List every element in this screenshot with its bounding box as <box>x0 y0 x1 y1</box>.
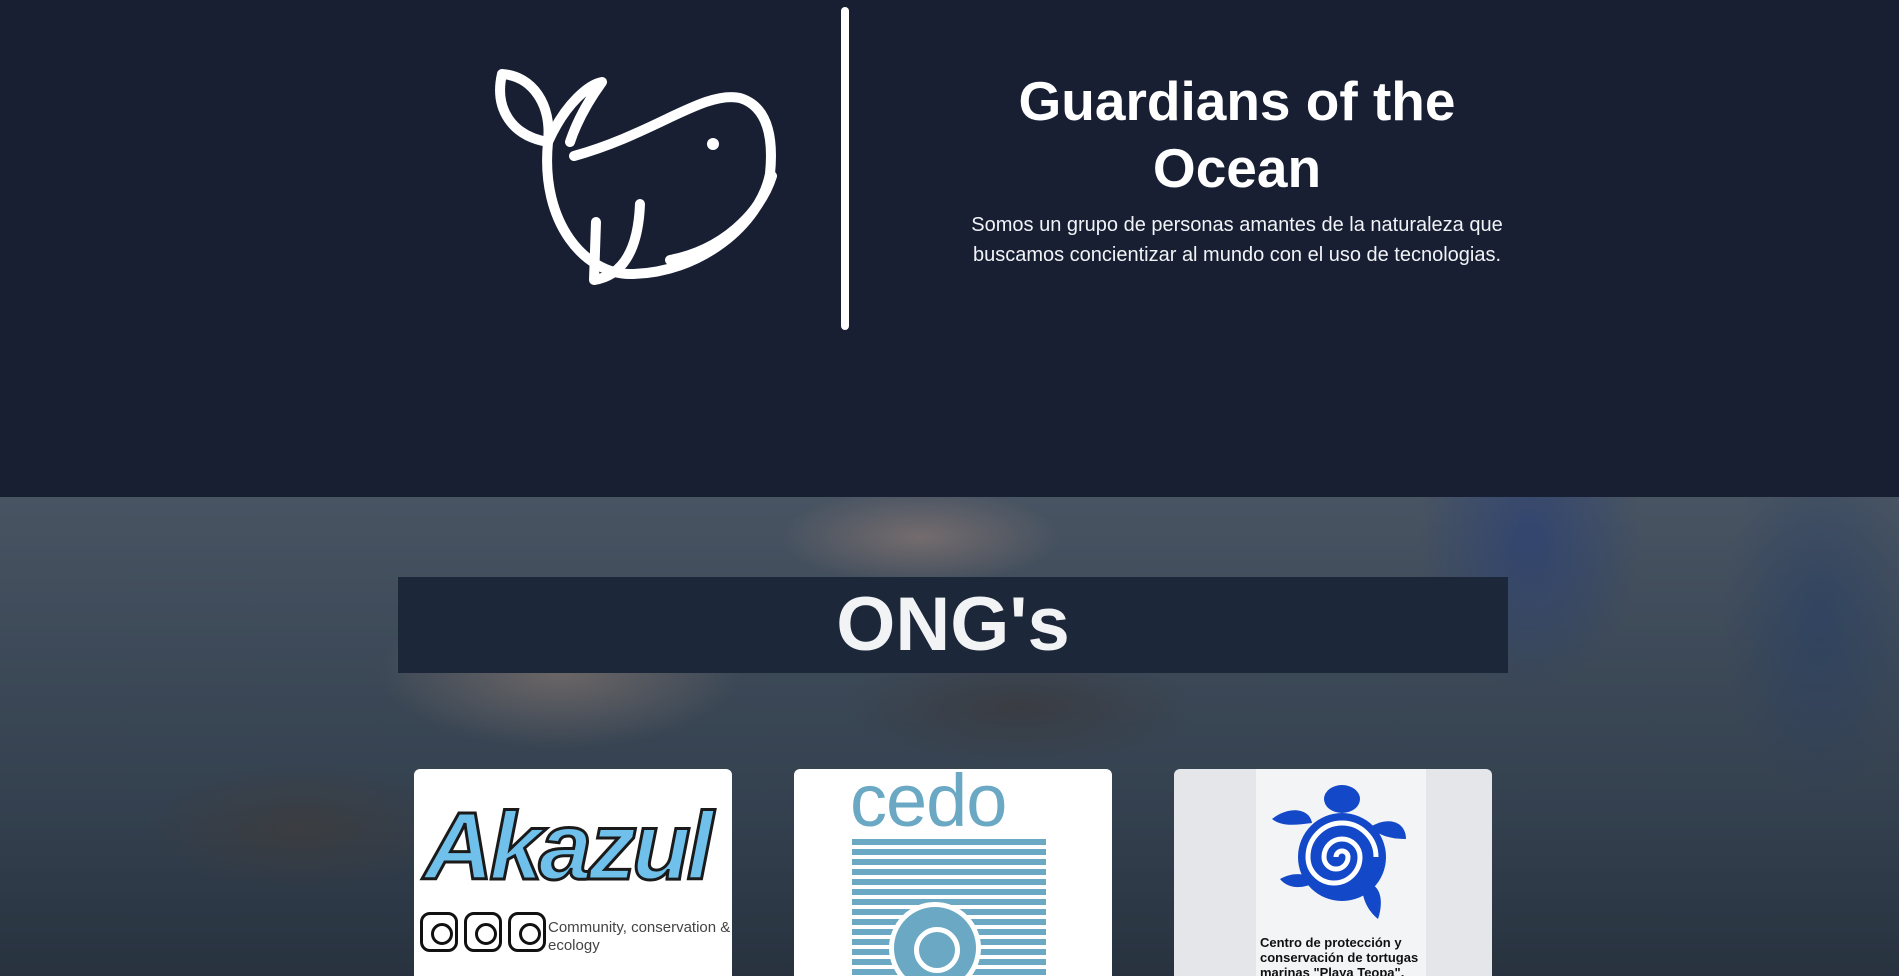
maya-glyph-icon <box>464 912 502 952</box>
hero-divider <box>841 7 849 330</box>
hero-description: Somos un grupo de personas amantes de la… <box>971 214 1503 266</box>
ngo-banner: ONG's <box>398 577 1508 673</box>
hero-section: Guardians of the Ocean Somos un grupo de… <box>0 0 1899 497</box>
whale-icon <box>495 69 777 285</box>
maya-glyph-icon <box>508 912 546 952</box>
ngo-card-playa-teopa[interactable]: Centro de protección y conservación de t… <box>1174 769 1492 976</box>
page-title: Guardians of the Ocean <box>1018 70 1456 199</box>
ngo-card-cedo[interactable]: cedo <box>794 769 1112 976</box>
akazul-wordmark: Akazul <box>422 793 714 900</box>
playa-teopa-caption: Centro de protección y conservación de t… <box>1260 935 1419 976</box>
hero-text: Guardians of the Ocean Somos un grupo de… <box>960 68 1514 270</box>
ngo-heading: ONG's <box>836 582 1070 667</box>
ngo-section: ONG's Akazul Community, conservation & e… <box>0 497 1899 976</box>
ngo-card-akazul[interactable]: Akazul Community, conservation & ecology <box>414 769 732 976</box>
akazul-glyphs <box>420 912 546 952</box>
sea-turtle-icon <box>1272 785 1406 919</box>
akazul-tagline: Community, conservation & ecology <box>548 919 731 954</box>
cedo-wordmark: cedo <box>850 769 1007 842</box>
maya-glyph-icon <box>420 912 458 952</box>
